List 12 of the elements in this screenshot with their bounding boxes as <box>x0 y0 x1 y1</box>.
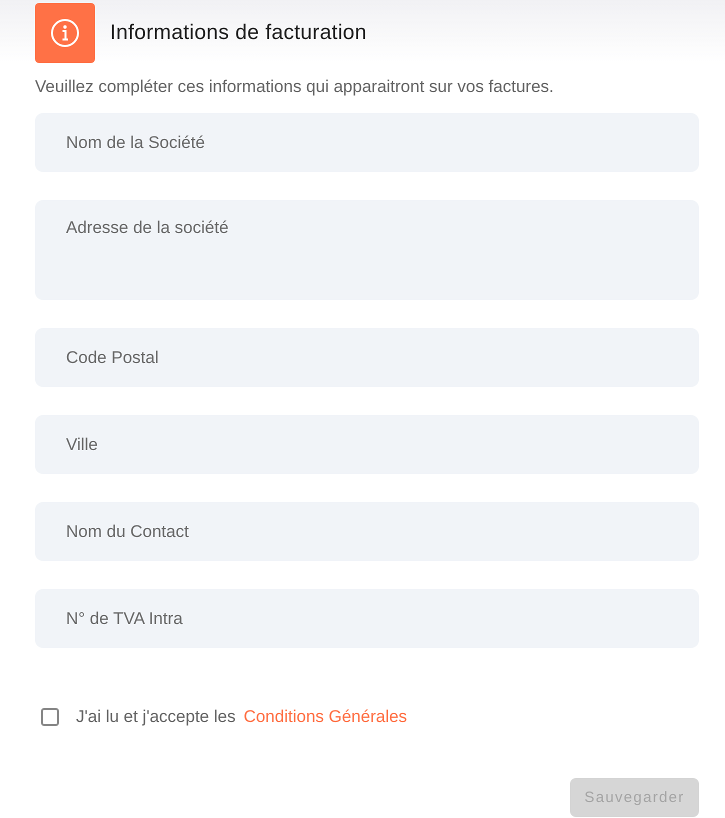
input-field[interactable]: Ville <box>35 415 699 474</box>
info-icon <box>35 3 95 63</box>
page-title: Informations de facturation <box>110 21 367 45</box>
input-field[interactable]: Code Postal <box>35 328 699 387</box>
terms-link[interactable]: Conditions Générales <box>244 707 408 727</box>
consent-label: J'ai lu et j'accepte les <box>76 707 236 727</box>
input-field[interactable]: Nom de la Société <box>35 113 699 172</box>
consent-checkbox[interactable] <box>41 708 59 726</box>
input-field[interactable]: N° de TVA Intra <box>35 589 699 648</box>
intro-text: Veuillez compléter ces informations qui apparaitront sur vos factures. <box>35 77 554 97</box>
input-field[interactable]: Nom du Contact <box>35 502 699 561</box>
address-field[interactable]: Adresse de la société <box>35 200 699 300</box>
